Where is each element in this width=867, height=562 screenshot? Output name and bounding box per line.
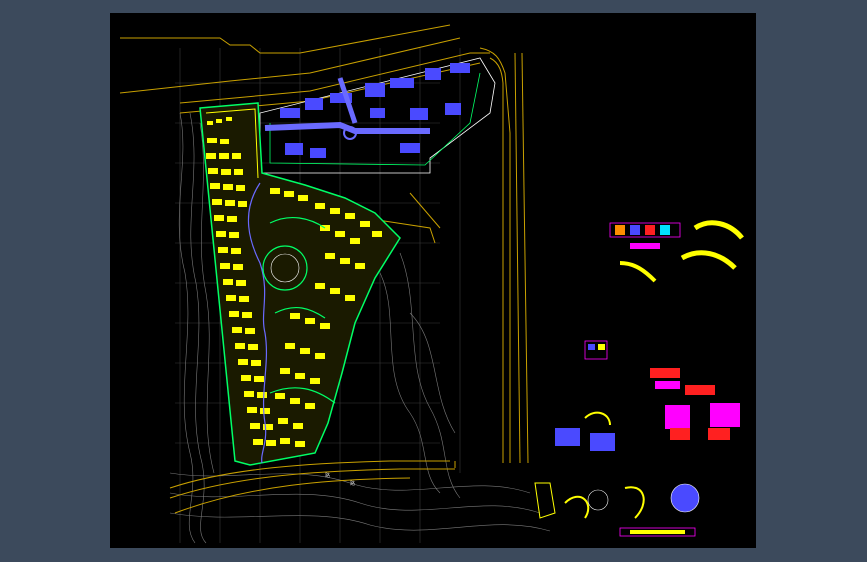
detail-drawings	[534, 220, 744, 537]
site-plan-drawing	[119, 24, 744, 544]
north-building-block	[227, 57, 496, 174]
road-label-south-2: 路	[350, 481, 356, 487]
cad-drawing-canvas[interactable]: 路 路	[110, 13, 756, 548]
road-label-south: 路	[325, 473, 331, 479]
